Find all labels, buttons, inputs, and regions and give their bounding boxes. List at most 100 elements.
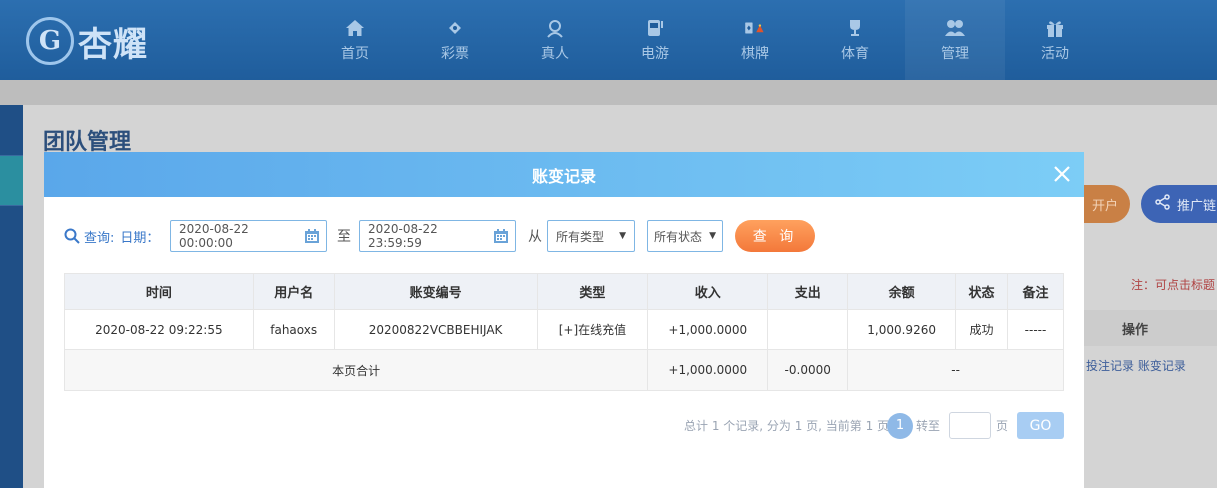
goto-label: 转至: [916, 419, 941, 433]
end-date-value: 2020-08-22 23:59:59: [368, 222, 438, 250]
sub-header-strip: [0, 80, 1217, 105]
nav-item-cards[interactable]: 棋牌: [705, 0, 805, 80]
site-logo[interactable]: G 杏耀: [26, 8, 176, 74]
bet-record-link[interactable]: 投注记录: [1086, 359, 1134, 373]
col-status: 状态: [955, 273, 1009, 310]
summary-row: 本页合计 +1,000.0000 -0.0000 --: [63, 349, 1064, 391]
calendar-icon[interactable]: [304, 228, 320, 244]
summary-label: 本页合计: [63, 349, 649, 391]
close-icon[interactable]: [1050, 162, 1074, 186]
nav-item-slots[interactable]: 电游: [605, 0, 705, 80]
end-date-input[interactable]: 2020-08-22 23:59:59: [359, 220, 516, 252]
table-header-row: 时间 用户名 账变编号 类型 收入 支出 余额 状态 备注: [64, 273, 1064, 310]
col-remark: 备注: [1007, 273, 1064, 310]
start-date-input[interactable]: 2020-08-22 00:00:00: [170, 220, 327, 252]
pagination: 总计 1 个记录, 分为 1 页, 当前第 1 页 1 转至 页 GO: [684, 412, 1064, 439]
nav-item-sports[interactable]: 体育: [805, 0, 905, 80]
cell-expense: [767, 309, 849, 350]
to-label: 至: [337, 229, 351, 245]
hint-note: 注：可点击标题: [1131, 278, 1216, 292]
records-table: 时间 用户名 账变编号 类型 收入 支出 余额 状态 备注 2020-08-22…: [63, 273, 1064, 391]
type-select-value: 所有类型: [556, 229, 605, 244]
cell-status: 成功: [955, 309, 1009, 350]
ops-column-header: 操作: [1122, 323, 1149, 338]
col-type: 类型: [536, 273, 649, 310]
cell-remark: -----: [1007, 309, 1064, 350]
page-1-button[interactable]: 1: [887, 412, 913, 439]
logo-text: 杏耀: [78, 24, 148, 65]
status-select[interactable]: 所有状态 ▼: [647, 220, 723, 252]
promo-link-label: 推广链: [1177, 198, 1217, 214]
logo-emblem: G: [26, 17, 74, 65]
nav-item-live[interactable]: 真人: [505, 0, 605, 80]
filter-bar: 查询: 日期： 2020-08-22 00:00:00 至 2020-08-22…: [64, 220, 1064, 252]
nav-label-manage: 管理: [941, 46, 969, 62]
goto-page-field[interactable]: [949, 412, 991, 439]
account-change-modal: 账变记录 查询: 日期： 2020-08-22 00:00:00 至 2020-…: [44, 152, 1084, 488]
chevron-down-icon: ▼: [709, 231, 716, 241]
search-icon: [64, 228, 80, 244]
nav-item-manage[interactable]: 管理: [905, 0, 1005, 80]
promo-link-button[interactable]: 推广链: [1141, 185, 1217, 223]
trophy-icon: [844, 17, 866, 39]
nav-label-promo: 活动: [1041, 46, 1069, 62]
cell-serial: 20200822VCBBEHIJAK: [333, 309, 538, 350]
home-icon: [344, 17, 366, 39]
chevron-down-icon: ▼: [619, 231, 626, 241]
query-label: 查询:: [84, 230, 115, 246]
summary-expense: -0.0000: [767, 349, 849, 391]
col-income: 收入: [647, 273, 769, 310]
cell-income: +1,000.0000: [647, 309, 769, 350]
calendar-icon[interactable]: [493, 228, 509, 244]
query-button[interactable]: 查 询: [735, 220, 815, 252]
col-serial: 账变编号: [333, 273, 538, 310]
type-select[interactable]: 所有类型 ▼: [547, 220, 635, 252]
open-account-label: 开户: [1091, 198, 1118, 214]
col-balance: 余额: [847, 273, 957, 310]
users-icon: [944, 17, 966, 39]
page-unit-label: 页: [996, 419, 1009, 433]
nav-label-sports: 体育: [841, 46, 869, 62]
nav-item-promo[interactable]: 活动: [1005, 0, 1105, 80]
modal-title: 账变记录: [531, 166, 596, 186]
col-expense: 支出: [767, 273, 849, 310]
top-navbar: G 杏耀 首页 彩票 真人 电游 棋牌 体育 管理 活动: [0, 0, 1217, 80]
nav-label-cards: 棋牌: [741, 46, 769, 62]
pager-summary: 总计 1 个记录, 分为 1 页, 当前第 1 页: [684, 419, 890, 433]
table-row: 2020-08-22 09:22:55 fahaoxs 20200822VCBB…: [64, 309, 1064, 350]
col-username: 用户名: [252, 273, 335, 310]
main-nav: 首页 彩票 真人 电游 棋牌 体育 管理 活动: [305, 0, 1105, 80]
gift-icon: [1044, 17, 1066, 39]
left-sidebar: [0, 105, 23, 488]
start-date-value: 2020-08-22 00:00:00: [179, 222, 249, 250]
status-select-value: 所有状态: [654, 229, 703, 244]
modal-header: 账变记录: [44, 152, 1084, 197]
sidebar-item[interactable]: [0, 205, 23, 255]
nav-label-slots: 电游: [641, 46, 669, 62]
go-button[interactable]: GO: [1017, 412, 1064, 439]
nav-item-home[interactable]: 首页: [305, 0, 405, 80]
go-button-label: GO: [1017, 412, 1064, 439]
sidebar-item-active[interactable]: [0, 155, 23, 205]
row-actions: 投注记录 账变记录: [1086, 357, 1186, 374]
account-record-link[interactable]: 账变记录: [1138, 359, 1186, 373]
cell-balance: 1,000.9260: [847, 309, 957, 350]
cell-time: 2020-08-22 09:22:55: [64, 309, 254, 350]
nav-label-live: 真人: [541, 46, 569, 62]
cell-username: fahaoxs: [252, 309, 335, 350]
summary-rest: --: [847, 349, 1064, 391]
summary-income: +1,000.0000: [647, 349, 769, 391]
cell-type: [+]在线充值: [536, 309, 649, 350]
query-label-group: 查询: 日期：: [64, 220, 159, 252]
share-icon: [1155, 194, 1171, 214]
slot-machine-icon: [644, 17, 666, 39]
date-label: 日期：: [120, 230, 160, 246]
lottery-ticket-icon: [444, 17, 466, 39]
playing-card-icon: [744, 17, 766, 39]
live-dealer-icon: [544, 17, 566, 39]
goto-page-input[interactable]: [949, 412, 991, 439]
from-label: 从: [528, 229, 542, 245]
nav-item-lottery[interactable]: 彩票: [405, 0, 505, 80]
page-number: 1: [887, 412, 913, 439]
background-table-header: [1084, 310, 1217, 346]
